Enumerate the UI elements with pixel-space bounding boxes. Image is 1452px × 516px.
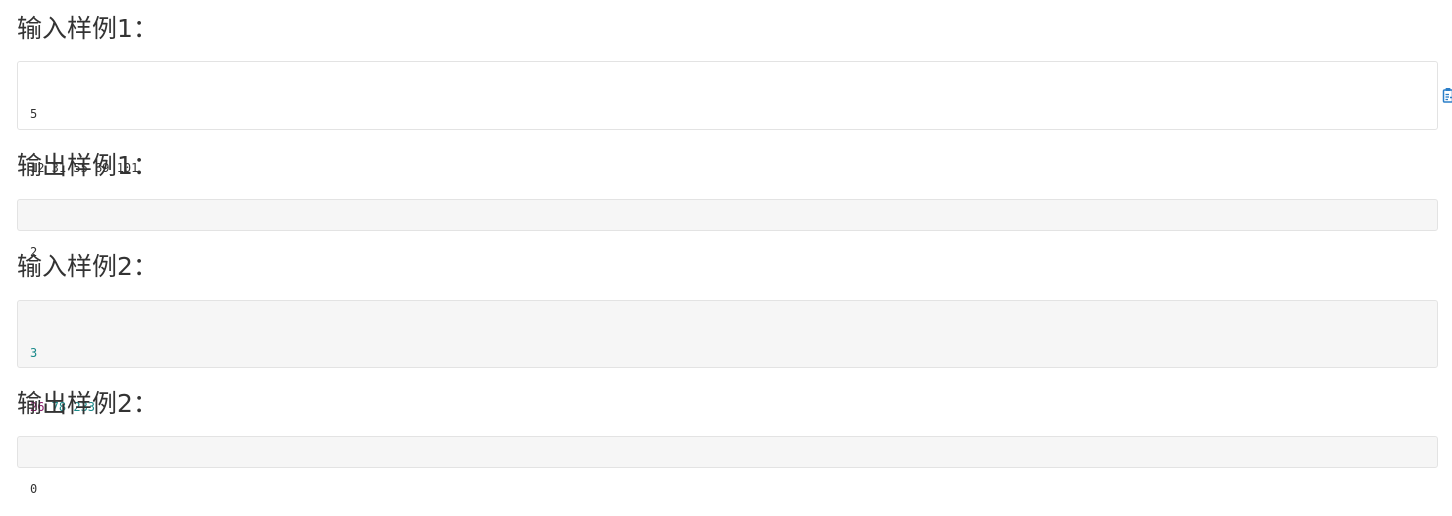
code-line: 0	[30, 482, 38, 496]
section-title-input-sample-1: 输入样例1：	[17, 14, 158, 43]
code-block-output-sample-1[interactable]: 2	[17, 199, 1438, 259]
section-title-output-sample-1: 输出样例1：	[17, 151, 158, 180]
code-line: 2	[30, 245, 38, 259]
code-block-input-sample-1[interactable]: 5 12 31 55 89 101 31	[17, 61, 1452, 229]
clipboard-copy-icon[interactable]	[1413, 69, 1452, 103]
code-line: 26 78 233	[30, 398, 1425, 416]
code-block-output-sample-2[interactable]: 0	[17, 436, 1438, 496]
code-block-input-sample-2[interactable]: 3 26 78 233 31	[17, 300, 1438, 468]
code-line: 5	[30, 107, 38, 121]
code-line: 12 31 55 89 101	[30, 161, 139, 175]
section-title-output-sample-2: 输出样例2：	[17, 389, 158, 418]
code-line: 3	[30, 346, 38, 360]
section-title-input-sample-2: 输入样例2：	[17, 252, 158, 281]
